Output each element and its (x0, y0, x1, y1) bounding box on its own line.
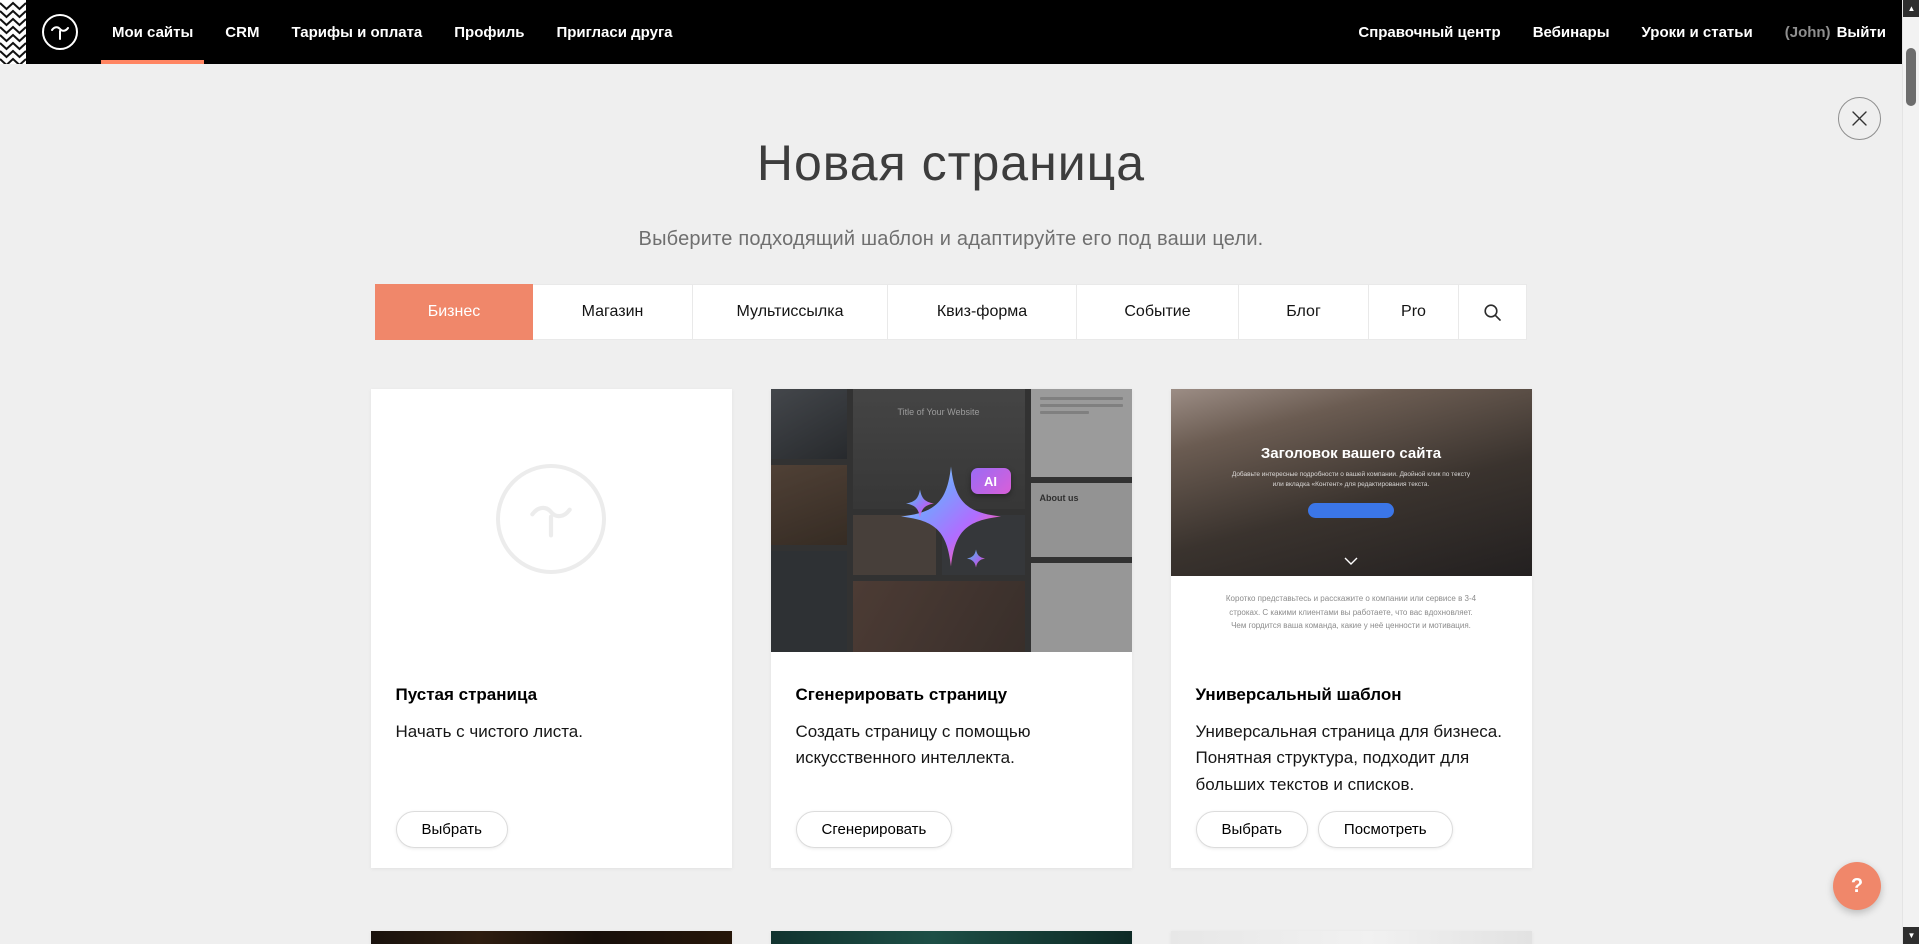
tab-label: Pro (1401, 303, 1426, 321)
nav-item-crm[interactable]: CRM (209, 0, 275, 64)
nav-item-my-sites[interactable]: Мои сайты (96, 0, 209, 64)
choose-button[interactable]: Выбрать (1196, 811, 1308, 848)
tab-event[interactable]: Событие (1076, 284, 1239, 340)
nav-item-label: Мои сайты (112, 24, 193, 41)
tab-link-in-bio[interactable]: Мультиссылка (692, 284, 888, 340)
preview-cover-section: Заголовок вашего сайта Добавьте интересн… (1171, 389, 1532, 576)
nav-item-label: CRM (225, 24, 259, 41)
card-description: Начать с чистого листа. (396, 719, 707, 745)
tab-store[interactable]: Магазин (532, 284, 693, 340)
generate-button[interactable]: Сгенерировать (796, 811, 953, 848)
view-button[interactable]: Посмотреть (1318, 811, 1453, 848)
nav-item-label: Тарифы и оплата (291, 24, 422, 41)
card-actions: Выбрать (396, 811, 508, 848)
card-body: Сгенерировать страницу Создать страницу … (796, 685, 1107, 772)
nav-item-label: Профиль (454, 24, 524, 41)
logout-label: Выйти (1837, 24, 1886, 41)
user-name: (John) (1785, 24, 1831, 41)
new-page-dialog: Новая страница Выберите подходящий шабло… (0, 64, 1902, 944)
nav-item-invite-friend[interactable]: Пригласи друга (540, 0, 688, 64)
close-dialog-button[interactable] (1838, 97, 1881, 140)
choose-button[interactable]: Выбрать (396, 811, 508, 848)
card-body: Пустая страница Начать с чистого листа. (396, 685, 707, 745)
tab-label: Квиз-форма (937, 303, 1027, 321)
template-grid-row-2 (0, 931, 1902, 944)
template-card-clipped[interactable] (1171, 931, 1532, 944)
template-card-universal[interactable]: Заголовок вашего сайта Добавьте интересн… (1171, 389, 1532, 868)
nav-item-webinars[interactable]: Вебинары (1517, 0, 1626, 64)
template-card-clipped[interactable] (771, 931, 1132, 944)
nav-item-help-center[interactable]: Справочный центр (1342, 0, 1516, 64)
preview-text-section: Коротко представьтесь и расскажите о ком… (1171, 576, 1532, 652)
help-chat-button[interactable]: ? (1833, 862, 1881, 910)
preview-subtext: Добавьте интересные подробности о вашей … (1226, 470, 1476, 491)
navbar-left-menu: Мои сайты CRM Тарифы и оплата Профиль Пр… (96, 0, 689, 64)
tab-search[interactable] (1458, 284, 1527, 340)
template-grid-row-1: Пустая страница Начать с чистого листа. … (0, 389, 1902, 868)
close-icon (1851, 110, 1868, 127)
nav-item-profile[interactable]: Профиль (438, 0, 540, 64)
nav-item-label: Пригласи друга (556, 24, 672, 41)
tilda-tilde-icon (48, 20, 72, 44)
scrollbar-up-arrow-icon[interactable]: ▲ (1903, 0, 1919, 17)
nav-item-logout[interactable]: (John) Выйти (1769, 0, 1902, 64)
top-navbar: Мои сайты CRM Тарифы и оплата Профиль Пр… (0, 0, 1919, 64)
tilda-watermark-icon (496, 464, 606, 574)
nav-item-label: Уроки и статьи (1642, 24, 1753, 41)
card-body: Универсальный шаблон Универсальная стран… (1196, 685, 1507, 798)
ai-sparkle-icon (876, 442, 1026, 597)
card-title: Пустая страница (396, 685, 707, 705)
template-card-blank-page[interactable]: Пустая страница Начать с чистого листа. … (371, 389, 732, 868)
card-title: Универсальный шаблон (1196, 685, 1507, 705)
template-card-ai-generate[interactable]: About us Title of Your Website (771, 389, 1132, 868)
template-category-tabs: Бизнес Магазин Мультиссылка Квиз-форма С… (0, 284, 1902, 340)
navbar-right-menu: Справочный центр Вебинары Уроки и статьи… (1342, 0, 1919, 64)
tab-label: Блог (1286, 303, 1321, 321)
tab-pro[interactable]: Pro (1368, 284, 1459, 340)
preview-heading: Заголовок вашего сайта (1171, 445, 1532, 462)
tilda-logo[interactable] (42, 14, 78, 50)
tab-blog[interactable]: Блог (1238, 284, 1369, 340)
tab-label: Событие (1124, 303, 1190, 321)
tab-label: Мультиссылка (737, 303, 844, 321)
card-actions: Сгенерировать (796, 811, 953, 848)
scrollbar-thumb[interactable] (1906, 48, 1916, 106)
chevron-down-icon (1344, 552, 1358, 570)
nav-item-plans-payment[interactable]: Тарифы и оплата (275, 0, 438, 64)
tab-quiz-form[interactable]: Квиз-форма (887, 284, 1077, 340)
card-description: Создать страницу с помощью искусственног… (796, 719, 1107, 772)
tab-business[interactable]: Бизнес (375, 284, 533, 340)
ai-badge: AI (971, 468, 1011, 494)
page-title: Новая страница (0, 134, 1902, 192)
card-description: Универсальная страница для бизнеса. Поня… (1196, 719, 1507, 798)
preview-body-text: Коротко представьтесь и расскажите о ком… (1225, 592, 1477, 633)
zigzag-pattern-decoration (0, 0, 26, 64)
tab-label: Бизнес (428, 303, 481, 321)
nav-item-label: Вебинары (1533, 24, 1610, 41)
scrollbar-down-arrow-icon[interactable]: ▼ (1903, 927, 1919, 944)
search-icon (1483, 303, 1502, 322)
nav-item-label: Справочный центр (1358, 24, 1500, 41)
nav-item-lessons-articles[interactable]: Уроки и статьи (1626, 0, 1769, 64)
template-card-clipped[interactable] (371, 931, 732, 944)
card-actions: Выбрать Посмотреть (1196, 811, 1453, 848)
tab-label: Магазин (582, 303, 644, 321)
page-subtitle: Выберите подходящий шаблон и адаптируйте… (0, 228, 1902, 251)
ai-preview-image[interactable]: About us Title of Your Website (771, 389, 1132, 652)
preview-cta-button (1308, 503, 1394, 518)
vertical-scrollbar[interactable]: ▲ ▼ (1902, 0, 1919, 944)
card-title: Сгенерировать страницу (796, 685, 1107, 705)
universal-template-preview[interactable]: Заголовок вашего сайта Добавьте интересн… (1171, 389, 1532, 652)
